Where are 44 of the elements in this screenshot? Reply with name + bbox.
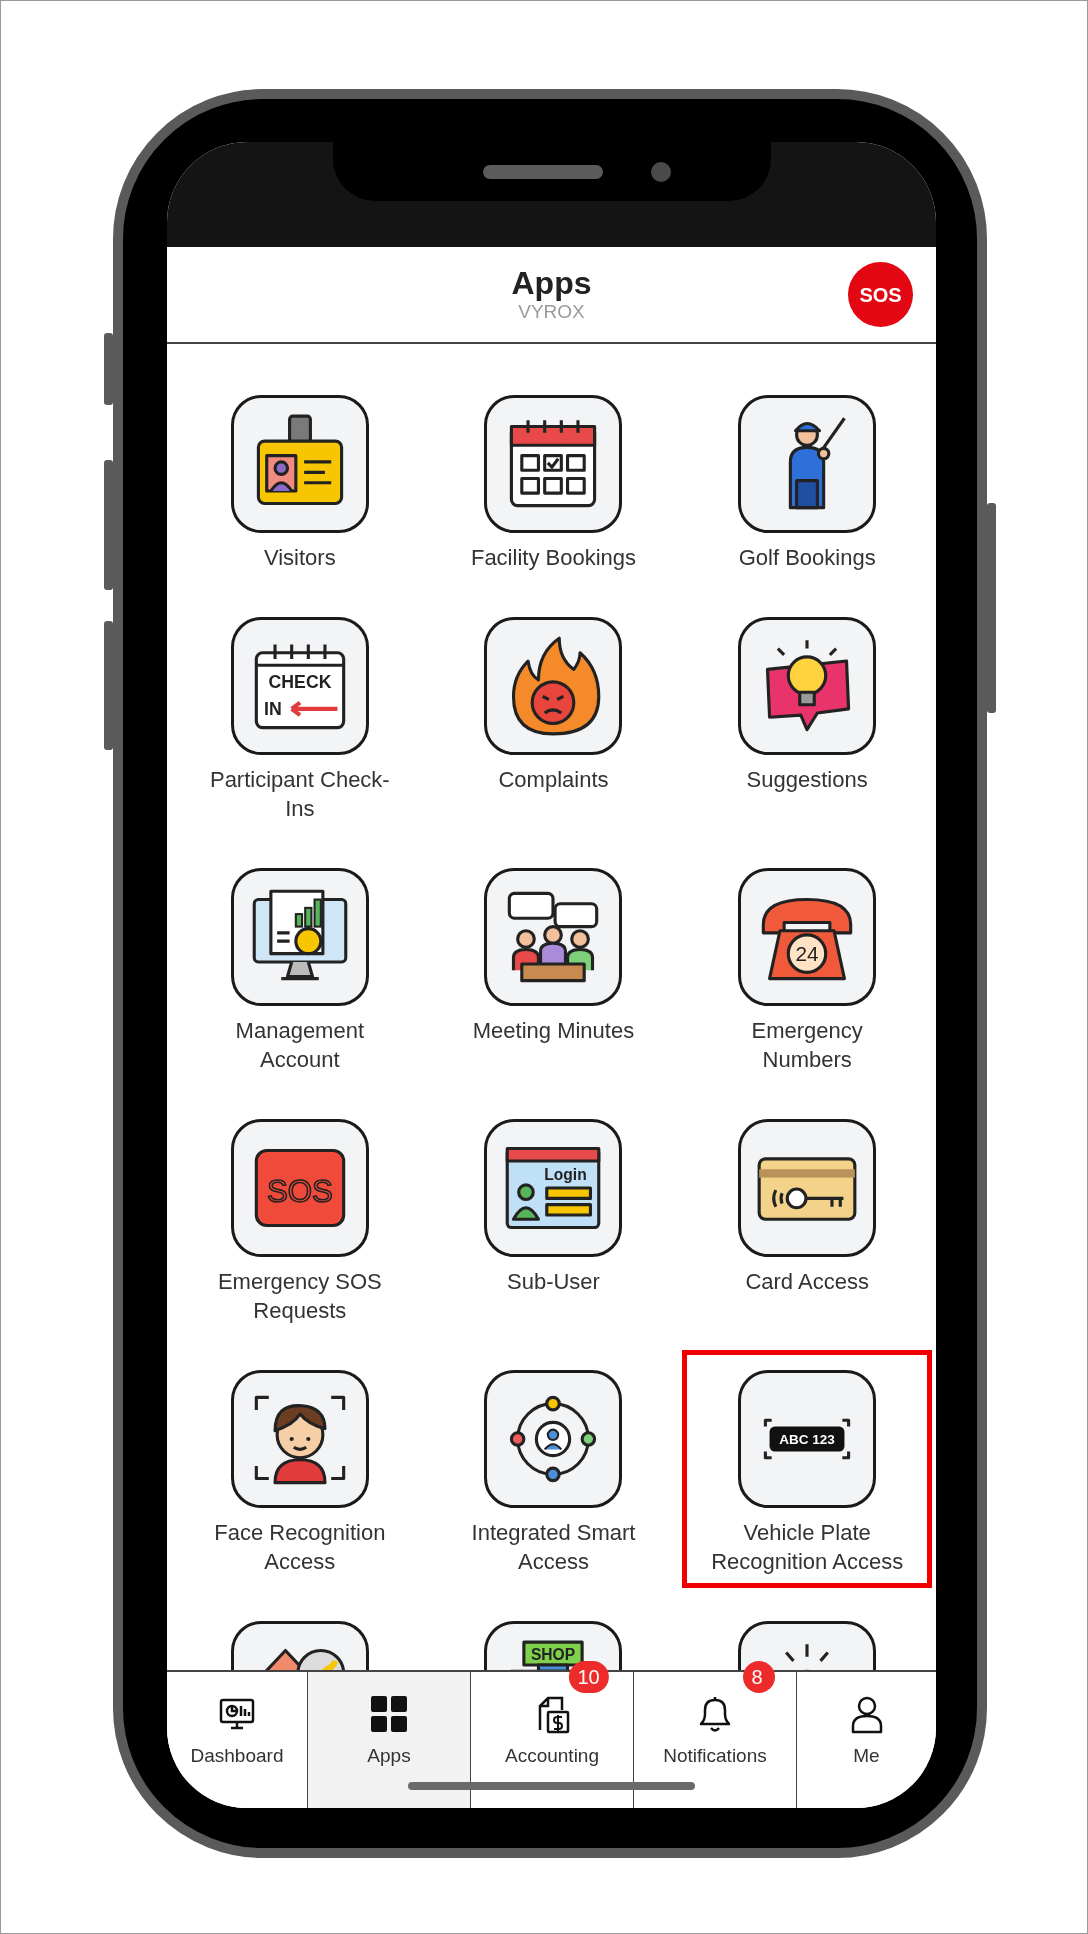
app-label: Management Account xyxy=(234,1017,366,1074)
icon-text: 24 xyxy=(795,941,819,965)
app-label: Visitors xyxy=(263,544,336,572)
app-label: Golf Bookings xyxy=(738,544,876,572)
app-button[interactable] xyxy=(484,617,623,755)
nav-tab[interactable]: Me xyxy=(796,1672,936,1808)
app-label: Meeting Minutes xyxy=(472,1017,635,1045)
app-label: Face Recognition Access xyxy=(213,1519,387,1576)
app-button[interactable]: ABC 123 xyxy=(738,1370,877,1508)
app-button[interactable]: 24 xyxy=(738,868,877,1006)
app-label: Sub-User xyxy=(507,1268,600,1296)
app-label: Complaints xyxy=(498,766,609,794)
icon-text: IN xyxy=(263,699,282,720)
app-button[interactable] xyxy=(484,1370,623,1508)
app-button[interactable]: SHOP xyxy=(484,1621,623,1670)
icon-text: CHECK xyxy=(268,672,332,693)
app-button[interactable] xyxy=(484,868,623,1006)
app-label: Card Access xyxy=(745,1268,869,1296)
app-label: Emergency SOS Requests xyxy=(216,1268,383,1325)
app-button[interactable] xyxy=(230,395,369,533)
page-subtitle: VYROX xyxy=(518,301,585,323)
icon-text: SOS xyxy=(266,1173,333,1209)
app-label: Vehicle Plate Recognition Access xyxy=(710,1519,905,1576)
app-button[interactable] xyxy=(230,868,369,1006)
icon-text: SHOP xyxy=(531,1645,576,1663)
nav-tab[interactable]: Apps xyxy=(307,1672,470,1808)
app-button[interactable] xyxy=(738,395,877,533)
camera-dot xyxy=(650,161,671,182)
app-label: Participant Check-Ins xyxy=(208,766,391,823)
page-title: Apps xyxy=(511,266,592,302)
app-label: Integrated Smart Access xyxy=(470,1519,637,1576)
app-label: Suggestions xyxy=(746,766,868,794)
icon-text: ABC 123 xyxy=(779,1432,835,1448)
app-button[interactable] xyxy=(738,617,877,755)
app-button[interactable] xyxy=(230,1370,369,1508)
sos-button[interactable]: SOS xyxy=(848,262,913,327)
app-label: Facility Bookings xyxy=(470,544,636,572)
app-button[interactable]: CHECK IN xyxy=(230,617,369,755)
icon-text: Login xyxy=(544,1165,588,1183)
app-label: Emergency Numbers xyxy=(750,1017,864,1074)
grid-icon xyxy=(369,1694,409,1734)
app-button[interactable] xyxy=(738,1119,877,1257)
app-button[interactable]: Login xyxy=(484,1119,623,1257)
app-button[interactable] xyxy=(484,395,623,533)
